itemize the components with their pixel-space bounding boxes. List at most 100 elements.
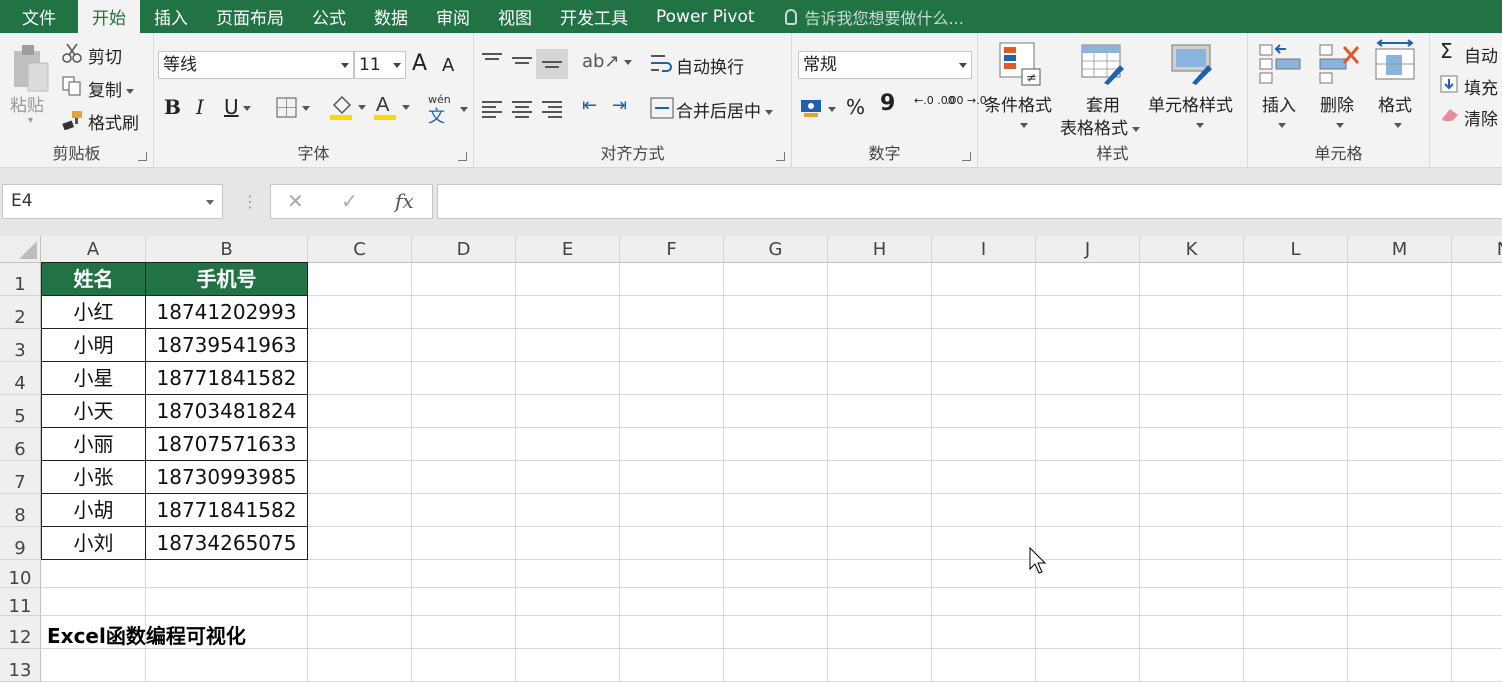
column-header-f[interactable]: F [620,236,724,263]
row-header-8[interactable]: 8 [0,494,41,527]
align-top-icon[interactable] [482,53,502,69]
table-cell[interactable]: 18771841582 [146,362,308,395]
table-cell[interactable]: 小刘 [41,527,146,560]
column-header-k[interactable]: K [1140,236,1244,263]
column-header-j[interactable]: J [1036,236,1140,263]
table-cell[interactable]: 小胡 [41,494,146,527]
column-header-d[interactable]: D [412,236,516,263]
row-header-5[interactable]: 5 [0,395,41,428]
row-header-3[interactable]: 3 [0,329,41,362]
borders-icon[interactable] [276,97,310,123]
insert-function-icon[interactable]: fx [395,189,414,213]
table-cell[interactable]: 小天 [41,395,146,428]
column-header-g[interactable]: G [724,236,828,263]
conditional-dropdown-icon[interactable] [1020,123,1028,128]
row-header-2[interactable]: 2 [0,296,41,329]
cancel-icon[interactable]: ✕ [287,189,304,213]
insert-cells-button[interactable]: 插入 [1262,91,1296,116]
column-header-a[interactable]: A [41,236,146,263]
table-cell[interactable]: 18741202993 [146,296,308,329]
column-header-b[interactable]: B [146,236,308,263]
row-header-13[interactable]: 13 [0,649,41,682]
column-header-m[interactable]: M [1348,236,1452,263]
menu-home[interactable]: 开始 [78,0,140,33]
align-right-icon[interactable] [542,101,562,118]
fill-color-icon[interactable] [330,95,366,125]
format-table-dropdown-icon[interactable] [1132,126,1140,132]
format-table-line1[interactable]: 套用 [1086,91,1120,116]
table-cell[interactable]: 18739541963 [146,329,308,362]
cell-styles-dropdown-icon[interactable] [1196,123,1204,128]
tell-me-search[interactable]: 告诉我您想要做什么... [769,0,964,33]
increase-font-button[interactable]: A [412,51,427,76]
number-format-dropdown-icon[interactable] [959,63,967,68]
font-name-select[interactable]: 等线 [158,51,354,79]
paste-dropdown-icon[interactable]: ▾ [28,115,33,126]
menu-power-pivot[interactable]: Power Pivot [642,0,769,33]
align-center-icon[interactable] [512,101,532,118]
increase-decimal-button[interactable]: ←.0 .00 [914,95,955,107]
format-painter-button[interactable]: 格式刷 [88,109,139,134]
underline-button[interactable]: U [224,95,251,119]
table-cell[interactable]: 小星 [41,362,146,395]
name-box-dropdown-icon[interactable] [206,200,214,205]
menu-file[interactable]: 文件 [0,0,78,33]
table-header-cell[interactable]: 姓名 [41,262,146,296]
font-color-icon[interactable]: A [374,93,410,125]
row-header-12[interactable]: 12 [0,616,41,649]
enter-icon[interactable]: ✓ [341,189,358,213]
delete-dropdown-icon[interactable] [1336,123,1344,128]
decrease-indent-icon[interactable]: ⇤ [582,95,597,116]
menu-page-layout[interactable]: 页面布局 [202,0,298,33]
number-launcher-icon[interactable] [962,152,971,161]
name-box[interactable]: E4 [2,184,223,219]
font-name-dropdown-icon[interactable] [341,63,349,68]
increase-indent-icon[interactable]: ⇥ [612,95,627,116]
table-cell[interactable]: 小丽 [41,428,146,461]
format-dropdown-icon[interactable] [1394,123,1402,128]
table-header-cell[interactable]: 手机号 [146,262,308,296]
align-left-icon[interactable] [482,101,502,118]
formula-bar-grip-icon[interactable]: ⋮ [242,192,258,211]
font-size-select[interactable]: 11 [354,51,406,79]
column-header-l[interactable]: L [1244,236,1348,263]
comma-button[interactable]: 9 [880,91,895,116]
table-cell[interactable]: 18703481824 [146,395,308,428]
row-header-6[interactable]: 6 [0,428,41,461]
number-format-select[interactable]: 常规 [798,51,972,79]
table-cell[interactable]: 小明 [41,329,146,362]
italic-button[interactable]: I [196,95,204,119]
menu-formulas[interactable]: 公式 [298,0,360,33]
format-as-table-button[interactable]: 表格格式 [1060,114,1140,139]
paste-label[interactable]: 粘贴 [10,91,44,116]
menu-developer[interactable]: 开发工具 [546,0,642,33]
select-all-button[interactable] [0,236,41,263]
column-header-h[interactable]: H [828,236,932,263]
table-cell[interactable]: 小红 [41,296,146,329]
cell-styles-button[interactable]: 单元格样式 [1148,91,1233,116]
column-header-n[interactable]: N [1452,236,1502,263]
note-cell-a12[interactable]: Excel函数编程可视化 [47,620,246,649]
menu-view[interactable]: 视图 [484,0,546,33]
cut-button[interactable]: 剪切 [88,43,122,68]
orientation-icon[interactable]: ab↗ [582,51,632,72]
percent-button[interactable]: % [846,95,865,119]
alignment-launcher-icon[interactable] [776,152,785,161]
row-header-11[interactable]: 11 [0,588,41,617]
table-cell[interactable]: 18771841582 [146,494,308,527]
wrap-text-button[interactable]: 自动换行 [676,53,744,78]
copy-dropdown-icon[interactable] [126,88,134,94]
autosum-button[interactable]: 自动 [1464,42,1498,67]
phonetic-dropdown-icon[interactable] [460,107,468,112]
font-launcher-icon[interactable] [458,152,467,161]
column-header-i[interactable]: I [932,236,1036,263]
delete-cells-button[interactable]: 删除 [1320,91,1354,116]
decrease-decimal-button[interactable]: .00 →.0 [946,95,987,107]
row-header-7[interactable]: 7 [0,461,41,494]
currency-icon[interactable] [800,97,840,123]
copy-button[interactable]: 复制 [88,76,134,101]
menu-review[interactable]: 审阅 [422,0,484,33]
row-header-10[interactable]: 10 [0,560,41,589]
insert-dropdown-icon[interactable] [1278,123,1286,128]
merge-center-button[interactable]: 合并后居中 [676,97,773,122]
